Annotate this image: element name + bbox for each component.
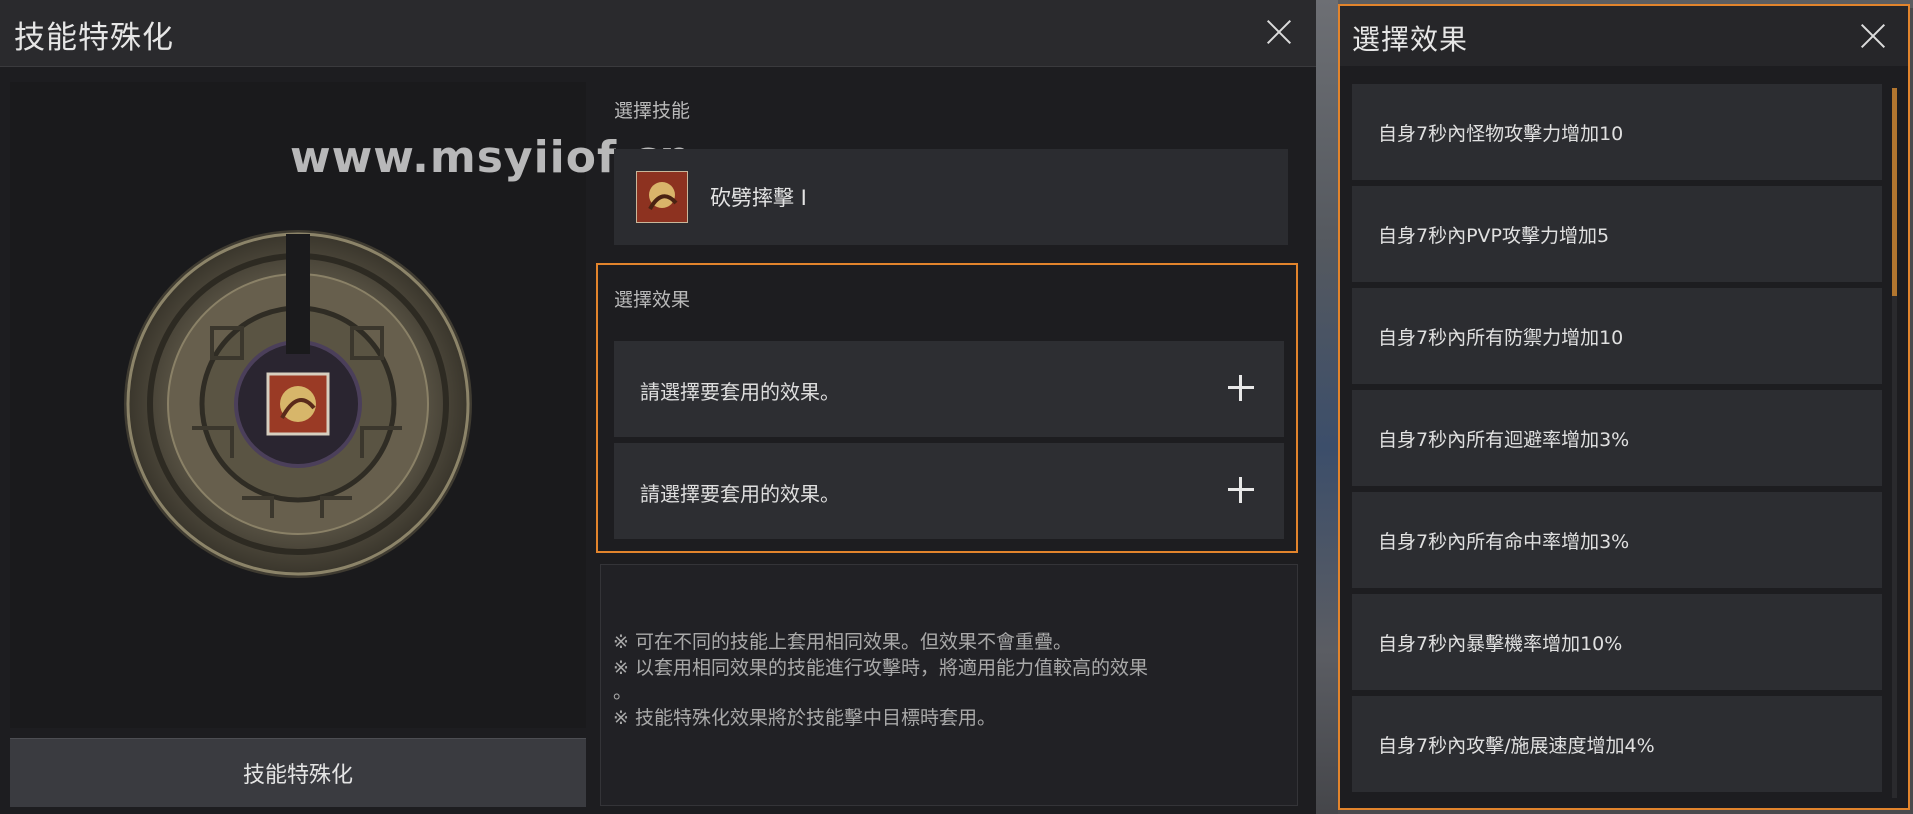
effect-option-label: 自身7秒內PVP攻擊力增加5 [1378,225,1610,247]
effect-option[interactable]: 自身7秒內攻擊/施展速度增加4% [1352,696,1882,792]
skill-specialization-window: 技能特殊化 www.msyiiof.cn 技能特殊化 選擇技能 砍劈摔擊 I 選… [0,0,1316,814]
window-title: 技能特殊化 [14,20,174,56]
effect-option[interactable]: 自身7秒內PVP攻擊力增加5 [1352,186,1882,282]
game-background [1316,0,1338,814]
note-line: ※ 技能特殊化效果將於技能擊中目標時套用。 [613,707,996,729]
effect-option-label: 自身7秒內暴擊機率增加10% [1378,633,1623,655]
effect-option[interactable]: 自身7秒內所有迴避率增加3% [1352,390,1882,486]
effect-option[interactable]: 自身7秒內所有命中率增加3% [1352,492,1882,588]
scrollbar-thumb[interactable] [1892,88,1897,296]
skill-section-label: 選擇技能 [614,100,691,122]
note-line: 。 [613,681,633,703]
effect-option-label: 自身7秒內攻擊/施展速度增加4% [1378,735,1655,757]
effect-selection-box: 選擇效果 請選擇要套用的效果。 請選擇要套用的效果。 [596,263,1298,553]
effect-slot-label: 請選擇要套用的效果。 [640,380,840,404]
close-icon[interactable] [1856,19,1890,53]
effect-slot-label: 請選擇要套用的效果。 [640,482,840,506]
effect-option-label: 自身7秒內所有防禦力增加10 [1378,327,1624,349]
selected-skill-row[interactable]: 砍劈摔擊 I [614,149,1288,245]
select-effect-header: 選擇效果 [1340,6,1908,66]
select-effect-window: 選擇效果 自身7秒內怪物攻擊力增加10 自身7秒內PVP攻擊力增加5 自身7秒內… [1338,4,1910,810]
skill-name: 砍劈摔擊 I [710,186,807,210]
specialize-button[interactable]: 技能特殊化 [10,738,586,807]
effect-option-label: 自身7秒內所有命中率增加3% [1378,531,1630,553]
effect-option-label: 自身7秒內所有迴避率增加3% [1378,429,1630,451]
effect-option[interactable]: 自身7秒內所有防禦力增加10 [1352,288,1882,384]
effect-slot-1[interactable]: 請選擇要套用的效果。 [614,341,1284,437]
skill-icon [636,171,688,223]
effect-option-label: 自身7秒內怪物攻擊力增加10 [1378,123,1624,145]
notes-panel: ※ 可在不同的技能上套用相同效果。但效果不會重疊。 ※ 以套用相同效果的技能進行… [600,564,1298,806]
effect-section-label: 選擇效果 [614,289,691,311]
effect-option[interactable]: 自身7秒內怪物攻擊力增加10 [1352,84,1882,180]
window-header: 技能特殊化 [0,0,1316,67]
plus-icon[interactable] [1226,475,1256,505]
close-icon[interactable] [1262,15,1296,49]
rune-disc-emblem [124,230,472,578]
note-line: ※ 可在不同的技能上套用相同效果。但效果不會重疊。 [613,631,1072,653]
options-scrollbar[interactable] [1892,88,1897,798]
select-effect-title: 選擇效果 [1352,23,1469,56]
note-line: ※ 以套用相同效果的技能進行攻擊時，將適用能力值較高的效果 [613,657,1148,679]
effect-option[interactable]: 自身7秒內暴擊機率增加10% [1352,594,1882,690]
effect-slot-2[interactable]: 請選擇要套用的效果。 [614,443,1284,539]
plus-icon[interactable] [1226,373,1256,403]
